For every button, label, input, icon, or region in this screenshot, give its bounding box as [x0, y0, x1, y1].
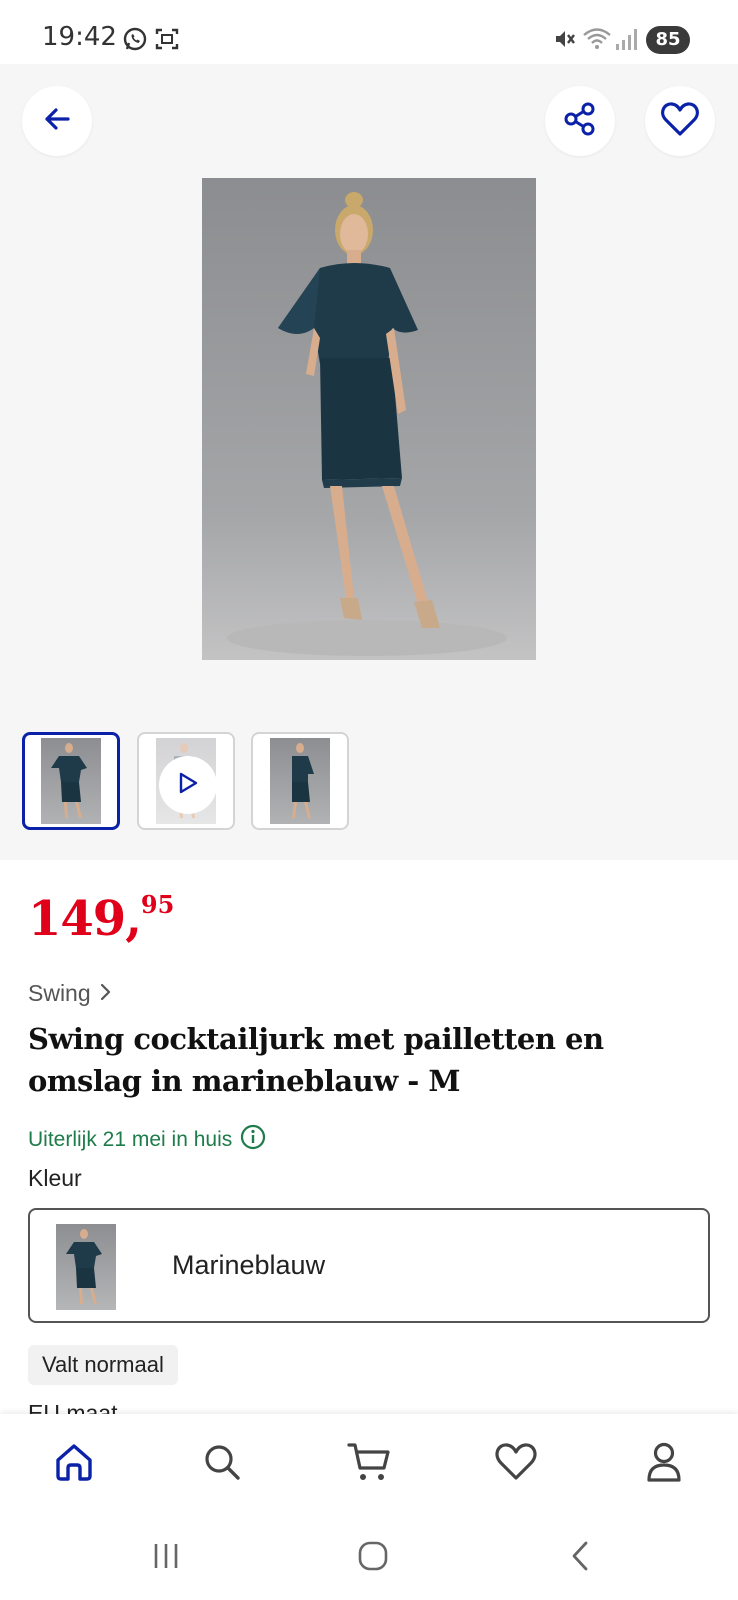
play-button[interactable]	[159, 756, 217, 814]
product-title: Swing cocktailjurk met pailletten en oms…	[28, 1022, 604, 1098]
bottom-navigation	[0, 1414, 738, 1514]
account-icon	[644, 1440, 684, 1488]
play-icon	[177, 771, 199, 799]
nav-search[interactable]	[192, 1438, 252, 1490]
battery-indicator: 85	[646, 26, 690, 54]
thumbnail-3[interactable]	[251, 732, 349, 830]
colour-thumbnail	[56, 1224, 116, 1310]
colour-selector[interactable]: Marineblauw	[28, 1208, 710, 1323]
share-icon	[561, 100, 599, 142]
wishlist-button[interactable]	[645, 86, 715, 156]
back-system-button[interactable]	[555, 1538, 605, 1578]
thumbnail-image	[41, 738, 101, 824]
thumbnail-image	[270, 738, 330, 824]
product-price: 149,95	[28, 890, 174, 947]
brand-name: Swing	[28, 980, 91, 1006]
recent-apps-icon	[150, 1541, 182, 1575]
nav-wishlist[interactable]	[486, 1438, 546, 1490]
back-button[interactable]	[22, 86, 92, 156]
chevron-right-icon	[99, 980, 113, 1007]
heart-icon	[494, 1441, 538, 1487]
search-icon	[201, 1441, 243, 1487]
colour-label: Kleur	[28, 1165, 82, 1191]
price-cents: 95	[140, 890, 175, 919]
thumbnail-2-video[interactable]	[137, 732, 235, 830]
colour-value: Marineblauw	[172, 1250, 326, 1280]
system-navigation	[0, 1514, 738, 1600]
home-icon	[52, 1440, 96, 1488]
info-icon[interactable]	[240, 1124, 266, 1156]
home-square-icon	[357, 1540, 389, 1576]
nav-cart[interactable]	[339, 1438, 399, 1490]
price-main: 149,	[28, 891, 142, 947]
screenshot-icon	[154, 26, 180, 56]
main-product-image[interactable]	[202, 178, 536, 660]
home-system-button[interactable]	[348, 1538, 398, 1578]
cart-icon	[346, 1440, 392, 1488]
heart-icon	[660, 100, 700, 142]
status-bar: 19:42 85	[0, 0, 738, 64]
back-chevron-icon	[568, 1540, 592, 1576]
thumbnail-1[interactable]	[22, 732, 120, 830]
signal-icon	[614, 26, 638, 56]
product-media	[0, 64, 738, 860]
arrow-left-icon	[40, 102, 74, 140]
brand-link[interactable]: Swing	[28, 980, 113, 1007]
nav-account[interactable]	[634, 1438, 694, 1490]
wifi-icon	[582, 26, 612, 56]
nav-home[interactable]	[44, 1438, 104, 1490]
clock: 19:42	[42, 22, 117, 52]
delivery-text: Uiterlijk 21 mei in huis	[28, 1128, 233, 1151]
fit-badge: Valt normaal	[28, 1345, 178, 1385]
delivery-info: Uiterlijk 21 mei in huis	[28, 1124, 266, 1156]
mute-icon	[552, 26, 578, 56]
whatsapp-icon	[122, 26, 148, 56]
recent-apps-button[interactable]	[141, 1538, 191, 1578]
share-button[interactable]	[545, 86, 615, 156]
